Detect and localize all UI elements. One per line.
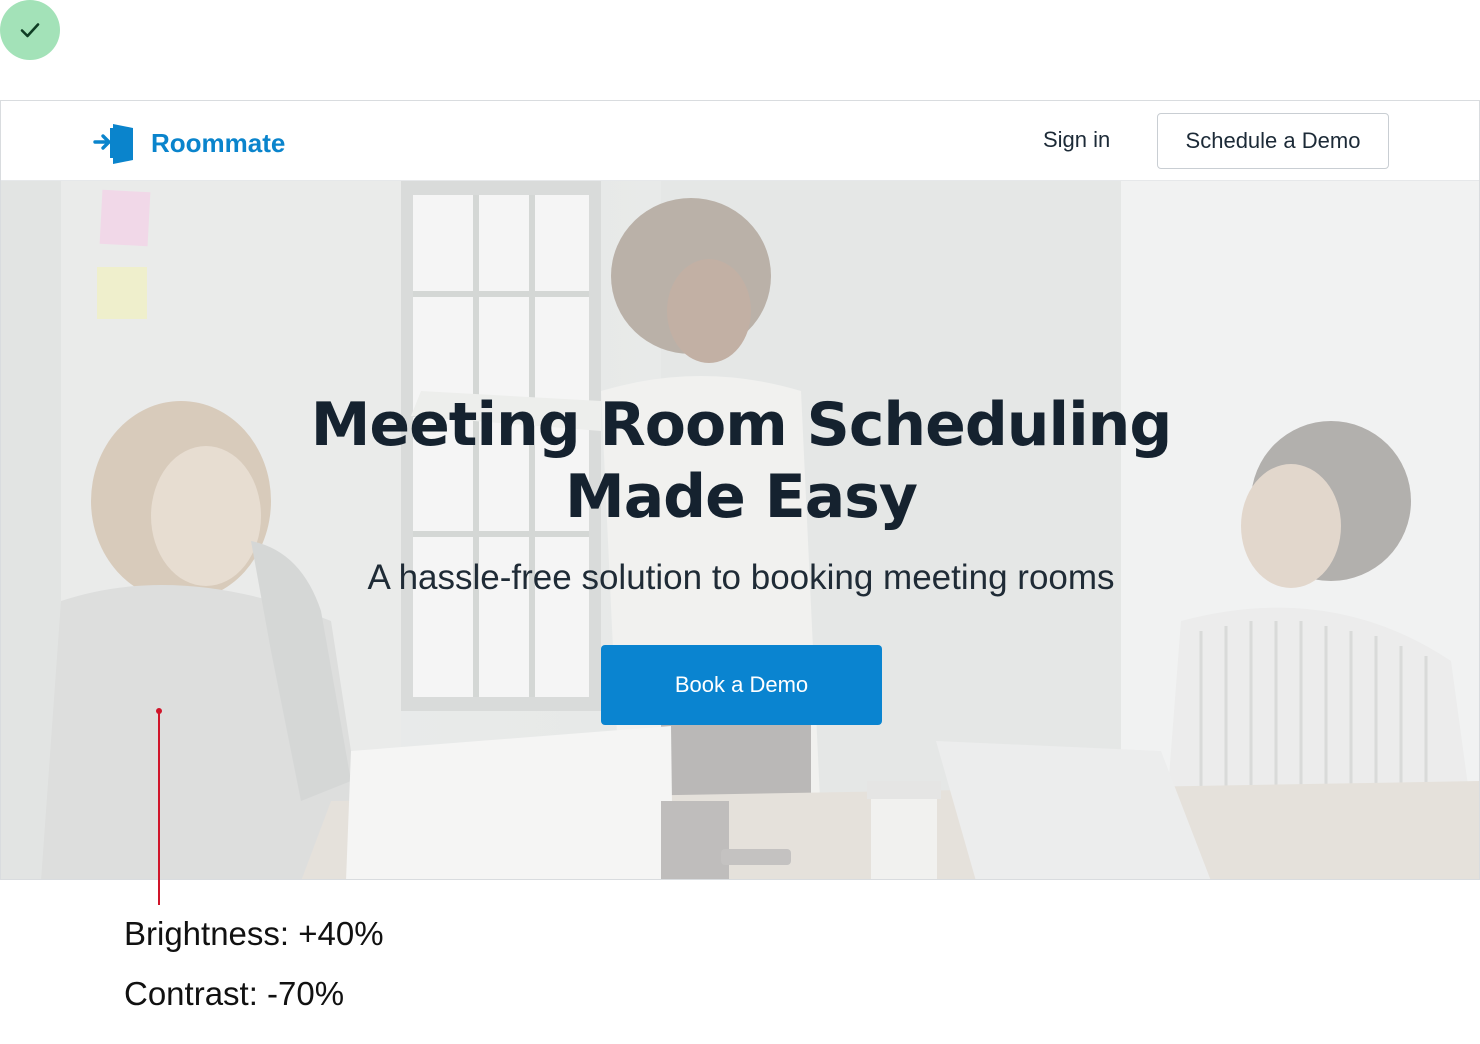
- hero-subheadline: A hassle-free solution to booking meetin…: [367, 558, 1115, 597]
- hero-section: Meeting Room Scheduling Made Easy A hass…: [1, 181, 1479, 879]
- headline-line-2: Made Easy: [564, 462, 918, 532]
- check-icon: [20, 23, 40, 38]
- annotation-leader-line: [158, 711, 160, 905]
- website-preview: Roommate Sign in Schedule a Demo Meeting…: [0, 100, 1480, 880]
- contrast-annotation: Contrast: -70%: [124, 975, 345, 1012]
- brightness-annotation: Brightness: +40%: [124, 915, 384, 952]
- brand-name: Roommate: [151, 127, 286, 158]
- door-enter-icon: [93, 124, 133, 164]
- hero-headline: Meeting Room Scheduling Made Easy: [241, 389, 1241, 533]
- headline-line-1: Meeting Room Scheduling: [310, 390, 1173, 460]
- check-badge: [0, 0, 60, 60]
- top-nav: Roommate Sign in Schedule a Demo: [1, 101, 1479, 181]
- brand-logo[interactable]: Roommate: [93, 122, 285, 164]
- book-demo-button[interactable]: Book a Demo: [601, 645, 882, 725]
- sign-in-link[interactable]: Sign in: [1043, 125, 1110, 155]
- schedule-demo-button[interactable]: Schedule a Demo: [1157, 113, 1389, 169]
